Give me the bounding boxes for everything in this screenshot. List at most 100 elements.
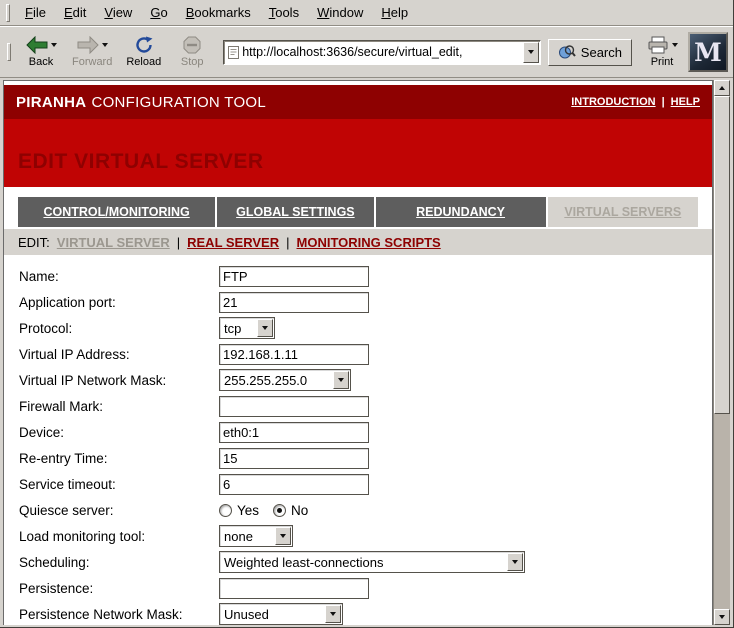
menu-edit[interactable]: Edit [55, 2, 95, 23]
menu-go[interactable]: Go [141, 2, 176, 23]
quiesce-no-radio[interactable] [273, 504, 286, 517]
protocol-select[interactable]: tcp [219, 317, 275, 339]
form-row: Load monitoring tool: none [19, 523, 712, 549]
forward-label: Forward [72, 56, 112, 68]
form-row: Protocol: tcp [19, 315, 712, 341]
stop-button[interactable]: Stop [168, 34, 216, 70]
app-title: PIRANHA CONFIGURATION TOOL [16, 94, 266, 111]
form-row: Re-entry Time: [19, 445, 712, 471]
back-button[interactable]: Back [17, 34, 65, 70]
stop-icon [183, 36, 201, 54]
quiesce-yes-radio[interactable] [219, 504, 232, 517]
menu-tools[interactable]: Tools [260, 2, 308, 23]
back-label: Back [29, 56, 53, 68]
device-label: Device: [19, 425, 219, 440]
virtual-ip-input[interactable] [219, 344, 369, 365]
introduction-link[interactable]: INTRODUCTION [571, 96, 655, 108]
url-dropdown-button[interactable] [523, 42, 539, 63]
scheduling-label: Scheduling: [19, 555, 219, 570]
menu-window[interactable]: Window [308, 2, 372, 23]
virtual-server-form: Name: Application port: Protocol: tcp Vi… [4, 255, 712, 625]
tab-redundancy[interactable]: REDUNDANCY [376, 197, 546, 227]
quiesce-no-label[interactable]: No [291, 503, 308, 518]
load-monitoring-arrow[interactable] [275, 527, 291, 545]
form-row: Persistence Network Mask: Unused [19, 601, 712, 625]
menu-view[interactable]: View [95, 2, 141, 23]
menu-help[interactable]: Help [372, 2, 417, 23]
virtual-ip-label: Virtual IP Address: [19, 347, 219, 362]
stop-label: Stop [181, 56, 204, 68]
page-icon[interactable] [228, 46, 239, 59]
subnav-virtual-server-link[interactable]: VIRTUAL SERVER [57, 235, 170, 250]
tab-global-settings[interactable]: GLOBAL SETTINGS [217, 197, 373, 227]
load-monitoring-label: Load monitoring tool: [19, 529, 219, 544]
toolbar-grip[interactable] [7, 43, 11, 61]
persistence-netmask-select[interactable]: Unused [219, 603, 343, 625]
scroll-up-button[interactable] [714, 80, 730, 96]
quiesce-server-label: Quiesce server: [19, 503, 219, 518]
form-row: Quiesce server: Yes No [19, 497, 712, 523]
forward-icon [77, 36, 99, 54]
back-dropdown-arrow[interactable] [51, 43, 57, 47]
url-input[interactable] [239, 43, 523, 62]
load-monitoring-select[interactable]: none [219, 525, 293, 547]
name-input[interactable] [219, 266, 369, 287]
search-button[interactable]: Search [548, 39, 632, 66]
virtual-ip-netmask-arrow[interactable] [333, 371, 349, 389]
browser-window: File Edit View Go Bookmarks Tools Window… [0, 0, 734, 628]
persistence-input[interactable] [219, 578, 369, 599]
forward-dropdown-arrow[interactable] [102, 43, 108, 47]
tab-bar: CONTROL/MONITORING GLOBAL SETTINGS REDUN… [18, 197, 698, 227]
device-input[interactable] [219, 422, 369, 443]
application-port-input[interactable] [219, 292, 369, 313]
page-content: PIRANHA CONFIGURATION TOOL INTRODUCTION … [3, 80, 713, 625]
piranha-header: PIRANHA CONFIGURATION TOOL INTRODUCTION … [4, 85, 712, 119]
virtual-ip-netmask-select[interactable]: 255.255.255.0 [219, 369, 351, 391]
search-label: Search [581, 45, 622, 60]
form-row: Name: [19, 263, 712, 289]
vertical-scrollbar[interactable] [713, 80, 730, 625]
form-row: Virtual IP Network Mask: 255.255.255.0 [19, 367, 712, 393]
reload-icon [134, 36, 154, 54]
scrollbar-thumb[interactable] [714, 96, 730, 414]
quiesce-yes-label[interactable]: Yes [237, 503, 259, 518]
scheduling-arrow[interactable] [507, 553, 523, 571]
virtual-ip-netmask-label: Virtual IP Network Mask: [19, 373, 219, 388]
tab-control-monitoring[interactable]: CONTROL/MONITORING [18, 197, 215, 227]
print-dropdown-arrow[interactable] [672, 43, 678, 47]
scrollbar-trough[interactable] [714, 96, 730, 609]
name-label: Name: [19, 269, 219, 284]
service-timeout-label: Service timeout: [19, 477, 219, 492]
app-title-strong: PIRANHA [16, 94, 86, 111]
search-icon [558, 44, 576, 61]
mozilla-logo[interactable]: M [688, 32, 728, 72]
reentry-time-label: Re-entry Time: [19, 451, 219, 466]
reload-button[interactable]: Reload [119, 34, 168, 70]
form-row: Persistence: [19, 575, 712, 601]
protocol-select-arrow[interactable] [257, 319, 273, 337]
subnav-real-server-link[interactable]: REAL SERVER [187, 235, 279, 250]
persistence-netmask-arrow[interactable] [325, 605, 341, 623]
subnav-monitoring-scripts-link[interactable]: MONITORING SCRIPTS [297, 235, 441, 250]
back-icon [26, 36, 48, 54]
print-button[interactable]: Print [638, 34, 686, 70]
firewall-mark-input[interactable] [219, 396, 369, 417]
subnav-separator-2: | [286, 235, 289, 250]
scheduling-select[interactable]: Weighted least-connections [219, 551, 525, 573]
header-links: INTRODUCTION | HELP [571, 96, 700, 108]
form-row: Service timeout: [19, 471, 712, 497]
subnav-separator-1: | [177, 235, 180, 250]
print-label: Print [651, 56, 674, 68]
tab-virtual-servers[interactable]: VIRTUAL SERVERS [548, 197, 698, 227]
url-bar [223, 40, 541, 65]
menu-file[interactable]: File [16, 2, 55, 23]
header-link-separator: | [662, 96, 665, 108]
menu-bookmarks[interactable]: Bookmarks [177, 2, 260, 23]
help-link[interactable]: HELP [671, 96, 700, 108]
browser-body: PIRANHA CONFIGURATION TOOL INTRODUCTION … [3, 80, 730, 625]
forward-button[interactable]: Forward [65, 34, 119, 70]
service-timeout-input[interactable] [219, 474, 369, 495]
menubar-grip[interactable] [6, 4, 10, 22]
reentry-time-input[interactable] [219, 448, 369, 469]
scroll-down-button[interactable] [714, 609, 730, 625]
